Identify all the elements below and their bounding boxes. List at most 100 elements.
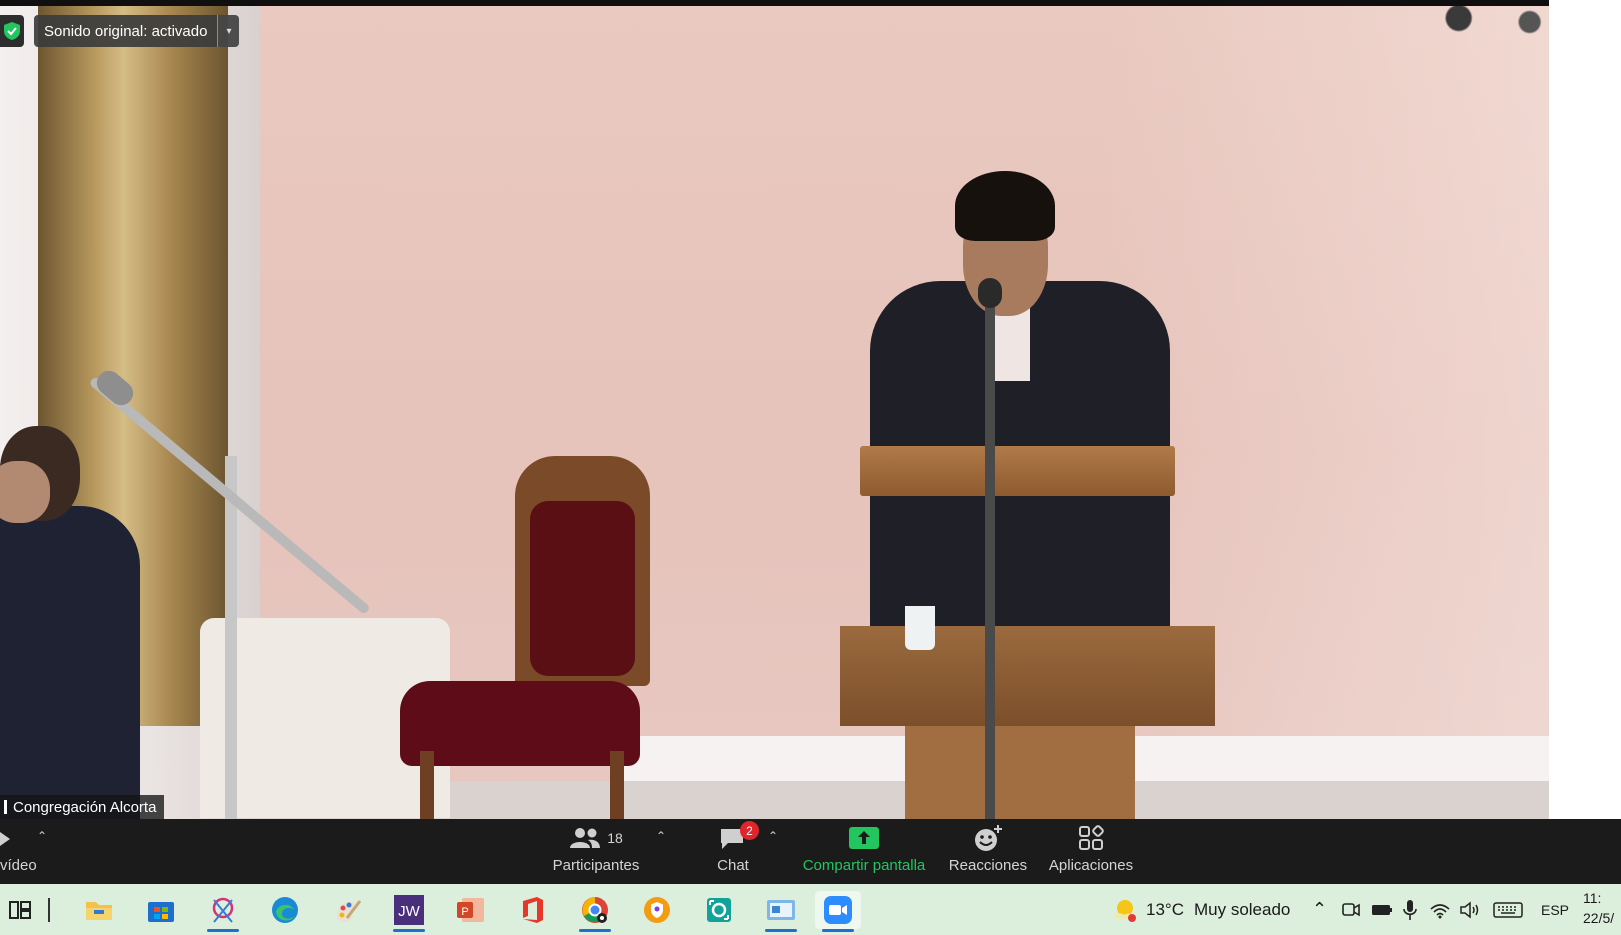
control-panel-icon	[767, 900, 795, 920]
participants-count: 18	[607, 830, 623, 846]
participants-label: Participantes	[552, 857, 640, 874]
share-screen-button[interactable]: Compartir pantalla	[798, 819, 930, 884]
seated-person	[0, 426, 180, 819]
running-indicator	[822, 929, 854, 932]
taskbar-separator	[34, 891, 64, 929]
edge-icon	[272, 897, 298, 923]
original-sound-dropdown[interactable]: ▾	[217, 15, 240, 47]
participant-video[interactable]	[0, 6, 1549, 819]
running-indicator	[393, 929, 425, 932]
participants-icon	[570, 828, 601, 848]
powerpoint-icon: P	[457, 898, 484, 922]
apps-icon-wrap	[1078, 819, 1104, 857]
system-tray: ⌃	[1312, 884, 1523, 935]
chrome-button[interactable]	[575, 891, 615, 932]
sunny-weather-icon	[1114, 899, 1136, 922]
mic-stand-pole	[225, 456, 237, 819]
podium-shelf	[840, 626, 1215, 726]
input-language-indicator[interactable]: ESP	[1541, 884, 1569, 935]
encryption-shield-icon[interactable]	[0, 15, 24, 47]
keyboard-icon[interactable]	[1493, 901, 1523, 919]
video-camera-icon	[0, 819, 14, 857]
reactions-label: Reacciones	[948, 857, 1028, 874]
shield-icon	[644, 897, 670, 923]
share-screen-icon-wrap	[849, 819, 879, 857]
microphone-icon[interactable]	[1403, 899, 1417, 921]
battery-icon[interactable]	[1371, 902, 1393, 918]
speaker-hair	[955, 171, 1055, 241]
share-screen-icon	[849, 827, 879, 849]
wifi-icon[interactable]	[1429, 901, 1451, 919]
snipping-tool-icon	[212, 897, 234, 923]
speaker-microphone	[978, 278, 1002, 308]
chat-unread-badge: 2	[740, 821, 759, 840]
chat-button[interactable]: 2 Chat	[705, 819, 761, 884]
running-indicator	[207, 929, 239, 932]
chat-label: Chat	[717, 857, 749, 874]
caret-down-icon: ▾	[226, 25, 232, 37]
screen-capture-button[interactable]	[699, 891, 739, 929]
show-hidden-icons-chevron-icon[interactable]: ⌃	[1312, 899, 1327, 920]
participants-icon-wrap: 18	[569, 819, 623, 857]
mic-level-icon	[4, 800, 7, 814]
participants-button[interactable]: 18 Participantes	[548, 819, 644, 884]
running-indicator	[765, 929, 797, 932]
office-icon	[523, 897, 543, 923]
control-panel-button[interactable]	[761, 891, 801, 932]
chrome-icon	[582, 897, 608, 923]
meet-now-icon[interactable]	[1341, 901, 1361, 919]
jw-library-button[interactable]: JW	[389, 891, 429, 932]
seated-person-body	[0, 506, 140, 819]
clock[interactable]: 11: 22/5/	[1583, 888, 1621, 928]
participants-options-caret-icon[interactable]: ⌃	[656, 829, 666, 843]
podium-top	[860, 446, 1175, 496]
red-chair	[400, 456, 650, 819]
volume-icon[interactable]	[1459, 900, 1481, 919]
reactions-button[interactable]: Reacciones	[948, 819, 1028, 884]
svg-text:P: P	[461, 906, 468, 918]
snipping-tool-button[interactable]	[203, 891, 243, 932]
chair-seat	[400, 681, 640, 766]
paint-button[interactable]	[327, 891, 367, 929]
apps-button[interactable]: Aplicaciones	[1046, 819, 1136, 884]
vpn-shield-button[interactable]	[637, 891, 677, 929]
video-button[interactable]: vídeo	[0, 819, 60, 884]
folder-icon	[86, 902, 112, 920]
file-explorer-button[interactable]	[79, 891, 119, 929]
reactions-icon-wrap	[973, 819, 1003, 857]
edge-button[interactable]	[265, 891, 305, 929]
original-sound-indicator: Sonido original: activado ▾	[0, 15, 240, 47]
zoom-icon	[824, 896, 852, 924]
participant-name: Congregación Alcorta	[13, 798, 157, 816]
speaker-mic-stand	[985, 286, 995, 819]
weather-widget[interactable]: 13°C Muy soleado	[1110, 884, 1290, 935]
share-screen-label: Compartir pantalla	[802, 857, 926, 874]
chat-icon-wrap: 2	[718, 819, 759, 857]
jw-library-icon: JW	[394, 895, 424, 925]
running-indicator	[579, 929, 611, 932]
video-options-caret-icon[interactable]: ⌃	[37, 829, 47, 843]
water-glass	[905, 606, 935, 650]
microsoft-store-button[interactable]	[141, 891, 181, 929]
task-view-icon	[9, 901, 31, 919]
video-label: vídeo	[0, 857, 37, 874]
weather-temperature: 13°C	[1146, 899, 1184, 919]
podium-base	[905, 726, 1135, 819]
store-icon	[148, 902, 174, 922]
windows-taskbar: JW P 13°C Muy soleado ⌃ ESP 11: 22/5/	[0, 884, 1621, 935]
apps-label: Aplicaciones	[1048, 857, 1134, 874]
chat-options-caret-icon[interactable]: ⌃	[768, 829, 778, 843]
participant-name-label: Congregación Alcorta	[0, 795, 165, 819]
zoom-button[interactable]	[815, 891, 861, 932]
powerpoint-button[interactable]: P	[451, 891, 491, 929]
chair-leg	[610, 751, 624, 819]
office-button[interactable]	[513, 891, 553, 929]
seated-person-face	[0, 461, 50, 523]
paint-icon	[336, 900, 361, 923]
clock-date: 22/5/	[1583, 910, 1615, 926]
video-stage: Sonido original: activado ▾ Congregación…	[0, 0, 1549, 819]
chair-back-cushion	[530, 501, 635, 676]
original-sound-status[interactable]: Sonido original: activado	[34, 15, 218, 47]
reactions-icon	[975, 825, 1002, 851]
meeting-toolbar: vídeo ⌃ 18 Participantes ⌃ 2 Chat ⌃ Comp…	[0, 819, 1621, 884]
